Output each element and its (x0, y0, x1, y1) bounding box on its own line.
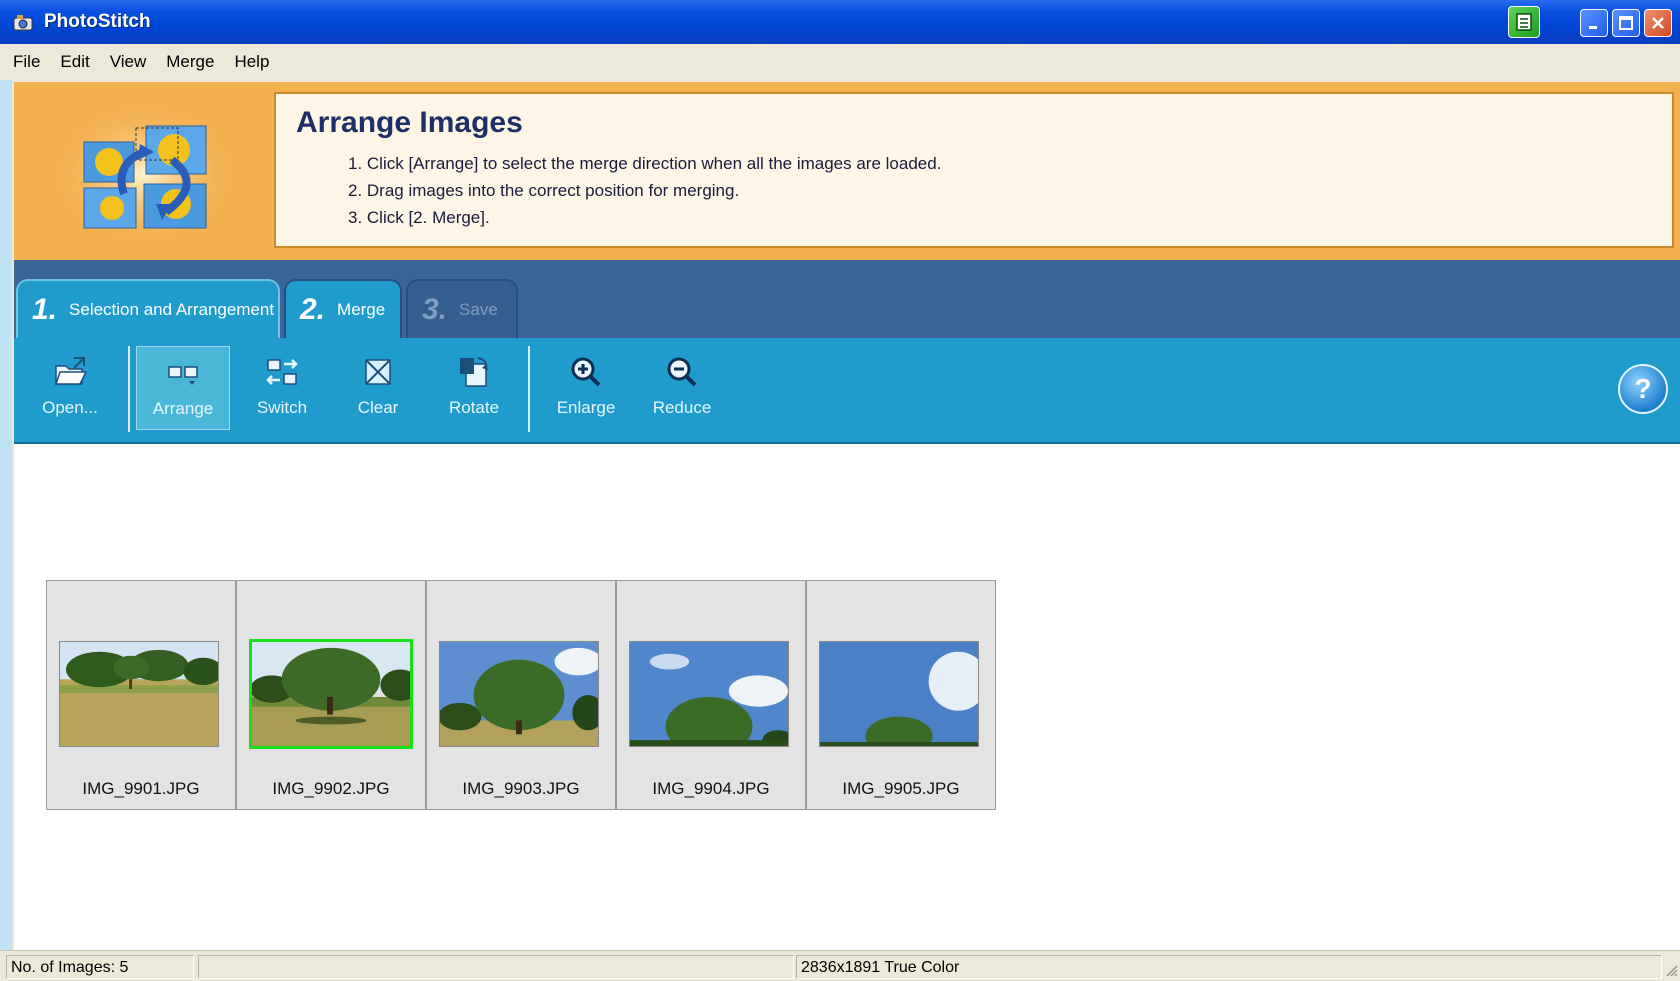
minimize-icon (1589, 26, 1597, 29)
thumbnail-filename: IMG_9903.JPG (462, 779, 580, 798)
toolbar-toggle-button[interactable] (1508, 6, 1540, 38)
thumbnail-filename: IMG_9901.JPG (82, 779, 200, 798)
rotate-icon (460, 357, 488, 387)
thumbnail-filename: IMG_9905.JPG (842, 779, 960, 798)
open-folder-icon (54, 357, 88, 385)
image-thumbnail-strip: IMG_9901.JPG IMG_9902.JPG IMG_9903.JPG I… (46, 580, 996, 810)
instruction-step: 2. Drag images into the correct position… (348, 181, 740, 200)
arrange-images-illustration (54, 104, 234, 244)
menu-merge[interactable]: Merge (163, 50, 217, 74)
thumbnail-photo (59, 641, 219, 747)
zoom-in-icon (571, 357, 601, 387)
thumbnail-filename: IMG_9904.JPG (652, 779, 770, 798)
rotate-button[interactable]: Rotate (424, 346, 524, 430)
tab-save: 3. Save (406, 279, 518, 338)
menu-view[interactable]: View (107, 50, 150, 74)
window-left-border (0, 80, 12, 981)
instruction-step: 1. Click [Arrange] to select the merge d… (348, 154, 942, 173)
image-thumbnail[interactable]: IMG_9901.JPG (46, 580, 236, 810)
menu-edit[interactable]: Edit (57, 50, 92, 74)
thumbnail-filename: IMG_9902.JPG (272, 779, 390, 798)
image-thumbnail[interactable]: IMG_9905.JPG (806, 580, 996, 810)
step-tabs: 1. Selection and Arrangement 2. Merge 3.… (14, 260, 1680, 338)
tool-label: Open... (42, 398, 98, 417)
menu-help[interactable]: Help (231, 50, 272, 74)
tab-number: 3. (422, 292, 448, 326)
tab-selection-and-arrangement[interactable]: 1. Selection and Arrangement (16, 279, 280, 338)
help-button[interactable]: ? (1618, 364, 1668, 414)
tool-label: Clear (357, 398, 399, 417)
clear-icon (365, 359, 391, 385)
title-bar[interactable]: PhotoStitch (0, 0, 1680, 44)
reduce-button[interactable]: Reduce (632, 346, 732, 430)
photostitch-app-icon (13, 15, 33, 31)
toolbar: Open... Arrange Switch Clear Rotate Enla… (14, 338, 1680, 444)
status-bar: No. of Images: 5 2836x1891 True Color (0, 950, 1680, 981)
instruction-header: Arrange Images 1. Click [Arrange] to sel… (14, 82, 1680, 260)
page-title: Arrange Images (296, 106, 523, 139)
close-button[interactable] (1644, 9, 1672, 37)
tool-label: Rotate (448, 398, 500, 417)
photostitch-window: PhotoStitch File Edit View Merge Help Ar… (0, 0, 1680, 981)
enlarge-button[interactable]: Enlarge (536, 346, 636, 430)
menu-bar: File Edit View Merge Help (0, 44, 1680, 80)
tab-number: 1. (32, 292, 58, 326)
toolbar-separator (528, 346, 530, 432)
tab-merge[interactable]: 2. Merge (284, 279, 402, 338)
instruction-step: 3. Click [2. Merge]. (348, 208, 490, 227)
tab-label: Selection and Arrangement (69, 299, 275, 319)
image-resolution-status: 2836x1891 True Color (796, 955, 1662, 979)
switch-arrows-icon (266, 359, 298, 385)
resize-grip-icon[interactable] (1664, 963, 1678, 977)
image-count-status: No. of Images: 5 (6, 955, 194, 979)
arrange-icon (168, 366, 198, 385)
image-thumbnail[interactable]: IMG_9903.JPG (426, 580, 616, 810)
menu-file[interactable]: File (10, 50, 43, 74)
image-thumbnail[interactable]: IMG_9904.JPG (616, 580, 806, 810)
help-icon: ? (1634, 373, 1652, 404)
instruction-panel: Arrange Images 1. Click [Arrange] to sel… (274, 92, 1674, 248)
window-title: PhotoStitch (44, 11, 151, 32)
maximize-icon (1619, 16, 1633, 30)
close-icon (1652, 17, 1664, 29)
image-workspace[interactable]: IMG_9901.JPG IMG_9902.JPG IMG_9903.JPG I… (14, 444, 1680, 950)
maximize-button[interactable] (1612, 9, 1640, 37)
tool-label: Arrange (152, 399, 214, 418)
thumbnail-photo (629, 641, 789, 747)
tab-label: Merge (337, 299, 386, 319)
status-message (198, 955, 794, 979)
instruction-steps: 1. Click [Arrange] to select the merge d… (348, 150, 941, 231)
printer-icon (1516, 13, 1532, 31)
zoom-out-icon (667, 357, 697, 387)
tool-label: Enlarge (556, 398, 616, 417)
tab-number: 2. (300, 292, 326, 326)
thumbnail-photo (249, 639, 413, 749)
tab-label: Save (459, 299, 498, 319)
image-thumbnail-selected[interactable]: IMG_9902.JPG (236, 580, 426, 810)
minimize-button[interactable] (1580, 9, 1608, 37)
switch-button[interactable]: Switch (232, 346, 332, 430)
thumbnail-photo (439, 641, 599, 747)
clear-button[interactable]: Clear (328, 346, 428, 430)
arrange-button[interactable]: Arrange (136, 346, 230, 430)
tool-label: Switch (256, 398, 308, 417)
toolbar-separator (128, 346, 130, 432)
tool-label: Reduce (652, 398, 712, 417)
thumbnail-photo (819, 641, 979, 747)
open-button[interactable]: Open... (20, 346, 120, 430)
